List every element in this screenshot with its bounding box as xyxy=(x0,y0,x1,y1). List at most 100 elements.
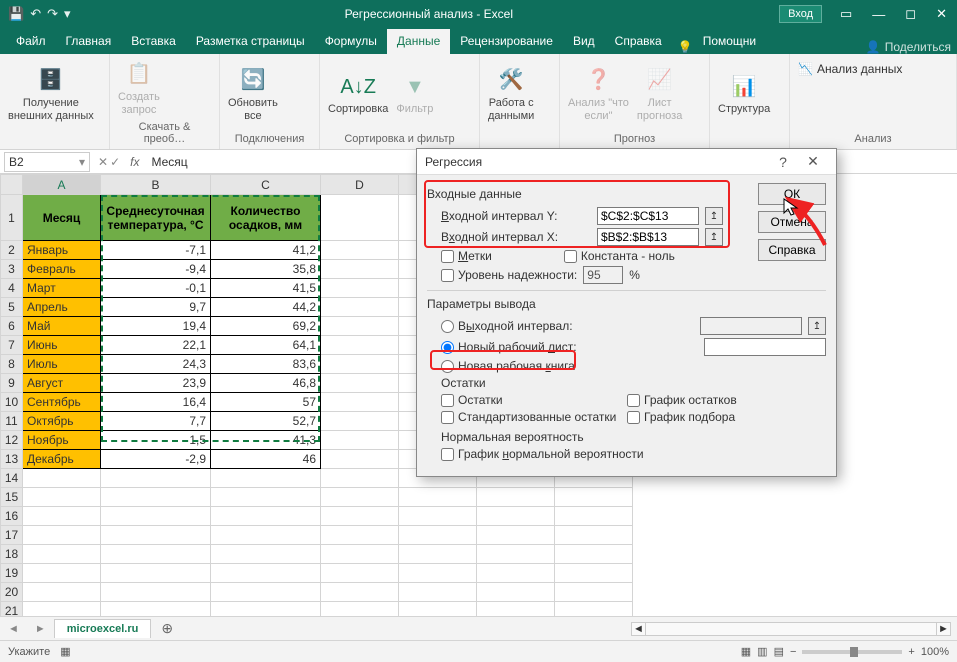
tab-home[interactable]: Главная xyxy=(56,29,122,54)
qat-more-icon[interactable]: ▾ xyxy=(64,6,71,22)
col-header-D[interactable]: D xyxy=(321,175,399,195)
row-header-13[interactable]: 13 xyxy=(1,450,23,469)
cell-C13[interactable]: 46 xyxy=(211,450,321,469)
cell-B10[interactable]: 16,4 xyxy=(101,393,211,412)
namebox-dropdown-icon[interactable]: ▾ xyxy=(79,155,85,169)
new-query-button[interactable]: 📋Создать запрос xyxy=(118,61,160,116)
share-icon[interactable]: 👤 xyxy=(866,40,881,54)
accept-formula-icon[interactable]: ✓ xyxy=(110,155,120,169)
fit-plot-checkbox[interactable] xyxy=(627,411,640,424)
cell-C8[interactable]: 83,6 xyxy=(211,355,321,374)
redo-icon[interactable]: ↷ xyxy=(47,6,58,22)
sheet-nav-prev-icon[interactable]: ◄ xyxy=(0,623,27,635)
row-header-21[interactable]: 21 xyxy=(1,602,23,617)
fx-icon[interactable]: fx xyxy=(124,155,145,169)
row-header-6[interactable]: 6 xyxy=(1,317,23,336)
cell-C3[interactable]: 35,8 xyxy=(211,260,321,279)
cell-B9[interactable]: 23,9 xyxy=(101,374,211,393)
tab-insert[interactable]: Вставка xyxy=(121,29,186,54)
row-header-10[interactable]: 10 xyxy=(1,393,23,412)
y-range-ref-icon[interactable]: ↥ xyxy=(705,207,723,225)
row-header-5[interactable]: 5 xyxy=(1,298,23,317)
new-book-radio[interactable] xyxy=(441,360,454,373)
cell-B7[interactable]: 22,1 xyxy=(101,336,211,355)
row-header-3[interactable]: 3 xyxy=(1,260,23,279)
cell-C7[interactable]: 64,1 xyxy=(211,336,321,355)
close-icon[interactable]: ✕ xyxy=(926,2,957,26)
cell-A12[interactable]: Ноябрь xyxy=(23,431,101,450)
tellme-icon[interactable]: 💡 xyxy=(678,40,693,54)
maximize-icon[interactable]: ◻ xyxy=(895,2,926,26)
cell-B2[interactable]: -7,1 xyxy=(101,241,211,260)
cell-A2[interactable]: Январь xyxy=(23,241,101,260)
signin-button[interactable]: Вход xyxy=(779,5,822,23)
zoom-slider[interactable] xyxy=(802,650,902,654)
output-range-input[interactable] xyxy=(700,317,802,335)
row-header-4[interactable]: 4 xyxy=(1,279,23,298)
undo-icon[interactable]: ↶ xyxy=(30,6,41,22)
output-range-ref-icon[interactable]: ↥ xyxy=(808,317,826,335)
cell-C11[interactable]: 52,7 xyxy=(211,412,321,431)
x-range-input[interactable] xyxy=(597,228,699,246)
name-box[interactable]: B2▾ xyxy=(4,152,90,172)
whatif-button[interactable]: ❓Анализ "что если" xyxy=(568,67,629,122)
share-button[interactable]: Поделиться xyxy=(885,40,951,54)
cell-A1[interactable]: Месяц xyxy=(23,195,101,241)
col-header-B[interactable]: B xyxy=(101,175,211,195)
tab-file[interactable]: Файл xyxy=(6,29,56,54)
zoom-out-icon[interactable]: − xyxy=(790,646,796,658)
cell-B13[interactable]: -2,9 xyxy=(101,450,211,469)
col-header-A[interactable]: A xyxy=(23,175,101,195)
dialog-help-icon[interactable]: ? xyxy=(768,154,798,170)
view-pagelayout-icon[interactable]: ▥ xyxy=(757,645,767,658)
cell-B11[interactable]: 7,7 xyxy=(101,412,211,431)
normal-plot-checkbox[interactable] xyxy=(441,448,454,461)
cell-A7[interactable]: Июнь xyxy=(23,336,101,355)
std-residuals-checkbox[interactable] xyxy=(441,411,454,424)
cell-B1[interactable]: Среднесуточная температура, °C xyxy=(101,195,211,241)
cell-B3[interactable]: -9,4 xyxy=(101,260,211,279)
row-header-18[interactable]: 18 xyxy=(1,545,23,564)
row-header-2[interactable]: 2 xyxy=(1,241,23,260)
cell-A10[interactable]: Сентябрь xyxy=(23,393,101,412)
col-header-C[interactable]: C xyxy=(211,175,321,195)
cell-C1[interactable]: Количество осадков, мм xyxy=(211,195,321,241)
tab-review[interactable]: Рецензирование xyxy=(450,29,563,54)
cell-B4[interactable]: -0,1 xyxy=(101,279,211,298)
cell-C5[interactable]: 44,2 xyxy=(211,298,321,317)
horizontal-scrollbar[interactable]: ◄► xyxy=(631,622,951,636)
ok-button[interactable]: ОК xyxy=(758,183,826,205)
cell-B5[interactable]: 9,7 xyxy=(101,298,211,317)
tab-tellme[interactable]: Помощни xyxy=(693,29,766,54)
cell-B12[interactable]: 1,5 xyxy=(101,431,211,450)
tab-help[interactable]: Справка xyxy=(605,29,672,54)
row-header-17[interactable]: 17 xyxy=(1,526,23,545)
zoom-in-icon[interactable]: + xyxy=(908,646,914,658)
confidence-checkbox[interactable] xyxy=(441,269,454,282)
residual-plot-checkbox[interactable] xyxy=(627,394,640,407)
tab-data[interactable]: Данные xyxy=(387,29,450,54)
view-pagebreak-icon[interactable]: ▤ xyxy=(774,645,784,658)
cell-A6[interactable]: Май xyxy=(23,317,101,336)
new-sheet-input[interactable] xyxy=(704,338,826,356)
data-analysis-button[interactable]: 📉Анализ данных xyxy=(798,62,902,76)
row-header-20[interactable]: 20 xyxy=(1,583,23,602)
sheet-nav-next-icon[interactable]: ► xyxy=(27,623,54,635)
outline-button[interactable]: 📊Структура xyxy=(718,73,770,116)
data-tools-button[interactable]: 🛠️Работа с данными xyxy=(488,67,534,122)
cancel-button[interactable]: Отмена xyxy=(758,211,826,233)
row-header-8[interactable]: 8 xyxy=(1,355,23,374)
const-zero-checkbox[interactable] xyxy=(564,250,577,263)
cell-A5[interactable]: Апрель xyxy=(23,298,101,317)
ribbon-options-icon[interactable]: ▭ xyxy=(830,2,862,26)
sheet-tab[interactable]: microexcel.ru xyxy=(54,619,152,638)
cell-A8[interactable]: Июль xyxy=(23,355,101,374)
x-range-ref-icon[interactable]: ↥ xyxy=(705,228,723,246)
cell-C6[interactable]: 69,2 xyxy=(211,317,321,336)
cell-A4[interactable]: Март xyxy=(23,279,101,298)
cancel-formula-icon[interactable]: ✕ xyxy=(98,155,108,169)
cell-B6[interactable]: 19,4 xyxy=(101,317,211,336)
row-header-11[interactable]: 11 xyxy=(1,412,23,431)
labels-checkbox[interactable] xyxy=(441,250,454,263)
tab-view[interactable]: Вид xyxy=(563,29,605,54)
